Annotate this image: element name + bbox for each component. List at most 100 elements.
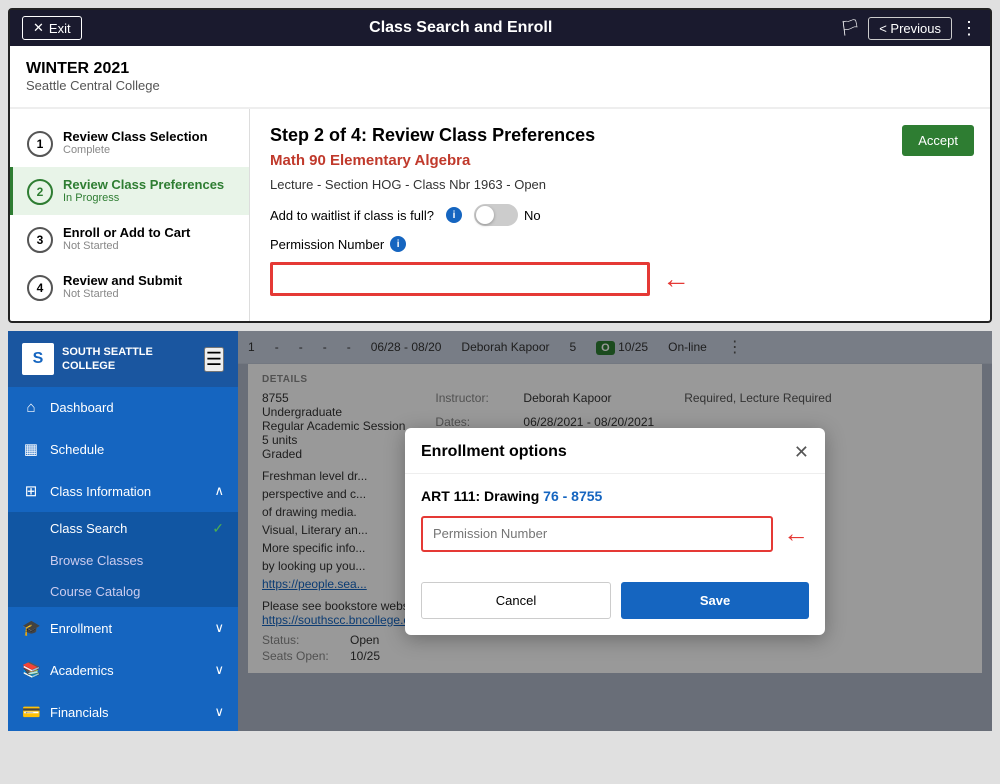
sidebar-item-dashboard[interactable]: ⌂ Dashboard — [8, 387, 238, 428]
submenu-label-browse-classes: Browse Classes — [50, 553, 143, 568]
modal-footer: Cancel Save — [405, 582, 825, 635]
permission-input-top[interactable] — [270, 262, 650, 296]
save-button[interactable]: Save — [621, 582, 809, 619]
semester-info: WINTER 2021 Seattle Central College — [10, 46, 990, 108]
previous-button[interactable]: < Previous — [868, 17, 952, 40]
red-arrow-modal-icon: ← — [783, 518, 809, 549]
bottom-section: S SOUTH SEATTLE COLLEGE ☰ ⌂ Dashboard ▦ … — [8, 331, 992, 731]
chevron-up-icon: ∧ — [214, 483, 224, 499]
waitlist-label: Add to waitlist if class is full? — [270, 208, 434, 223]
exit-button[interactable]: ✕ Exit — [22, 16, 82, 40]
sidebar-item-enrollment[interactable]: 🎓 Enrollment ∨ — [8, 607, 238, 649]
permission-input-wrapper: ← — [421, 516, 809, 552]
nav-left-financials: 💳 Financials — [22, 703, 109, 721]
step-2[interactable]: 2 Review Class Preferences In Progress — [10, 167, 249, 215]
class-info-submenu: Class Search ✓ Browse Classes Course Cat… — [8, 512, 238, 607]
academics-icon: 📚 — [22, 661, 40, 679]
hamburger-menu-button[interactable]: ☰ — [204, 347, 224, 372]
sidebar-item-label-financials: Financials — [50, 705, 109, 720]
semester-college: Seattle Central College — [26, 78, 974, 93]
close-icon: ✕ — [33, 20, 44, 36]
check-icon: ✓ — [212, 520, 224, 537]
step-2-title: Review Class Preferences — [63, 177, 224, 192]
sidebar-item-financials[interactable]: 💳 Financials ∨ — [8, 691, 238, 731]
class-details: Lecture - Section HOG - Class Nbr 1963 -… — [270, 177, 970, 192]
nav-left-enrollment: 🎓 Enrollment — [22, 619, 112, 637]
steps-sidebar: 1 Review Class Selection Complete 2 Revi… — [10, 109, 250, 321]
nav-left-class-info: ⊞ Class Information — [22, 482, 151, 500]
step-2-status: In Progress — [63, 192, 224, 204]
submenu-label-course-catalog: Course Catalog — [50, 584, 140, 599]
step-1-status: Complete — [63, 144, 208, 156]
sidebar-item-label-dashboard: Dashboard — [50, 400, 114, 415]
permission-info-icon[interactable]: i — [390, 236, 406, 252]
college-name: SOUTH SEATTLE COLLEGE — [62, 345, 204, 374]
sidebar-item-label-academics: Academics — [50, 663, 114, 678]
step-1-title: Review Class Selection — [63, 129, 208, 144]
sidebar-item-label-class-info: Class Information — [50, 484, 151, 499]
submenu-item-course-catalog[interactable]: Course Catalog — [8, 576, 238, 607]
sidebar-item-schedule[interactable]: ▦ Schedule — [8, 428, 238, 470]
sidebar-item-academics[interactable]: 📚 Academics ∨ — [8, 649, 238, 691]
class-info-icon: ⊞ — [22, 482, 40, 500]
nav-left-academics: 📚 Academics — [22, 661, 114, 679]
header-menu-button[interactable]: ⋮ — [960, 18, 978, 39]
sidebar-logo: S SOUTH SEATTLE COLLEGE ☰ — [8, 331, 238, 387]
step-1-number: 1 — [27, 131, 53, 157]
accept-button[interactable]: Accept — [902, 125, 974, 156]
toggle-container[interactable]: No — [474, 204, 541, 226]
step-2-text: Review Class Preferences In Progress — [63, 177, 224, 204]
step-3-status: Not Started — [63, 240, 190, 252]
modal-close-button[interactable]: ✕ — [794, 442, 809, 463]
permission-number-input[interactable] — [421, 516, 773, 552]
modal-overlay: Enrollment options ✕ ART 111: Drawing 76… — [238, 331, 992, 731]
header-title: Class Search and Enroll — [369, 19, 552, 37]
financials-icon: 💳 — [22, 703, 40, 721]
sidebar-item-label-schedule: Schedule — [50, 442, 104, 457]
step-heading: Step 2 of 4: Review Class Preferences — [270, 125, 970, 146]
submenu-item-class-search[interactable]: Class Search ✓ — [8, 512, 238, 545]
chevron-down-icon-academics: ∨ — [214, 662, 224, 678]
chevron-down-icon-financials: ∨ — [214, 704, 224, 720]
modal-body: ART 111: Drawing 76 - 8755 ← — [405, 474, 825, 582]
enrollment-icon: 🎓 — [22, 619, 40, 637]
exit-label: Exit — [49, 21, 71, 36]
modal-class-name: ART 111: Drawing 76 - 8755 — [421, 488, 809, 504]
modal-class-link[interactable]: 76 - 8755 — [543, 488, 602, 504]
waitlist-info-icon[interactable]: i — [446, 207, 462, 223]
waitlist-row: Add to waitlist if class is full? i No — [270, 204, 970, 226]
step-3[interactable]: 3 Enroll or Add to Cart Not Started — [10, 215, 249, 263]
step-4-number: 4 — [27, 275, 53, 301]
top-body-inner: 1 Review Class Selection Complete 2 Revi… — [10, 109, 990, 321]
chevron-down-icon-enrollment: ∨ — [214, 620, 224, 636]
submenu-item-browse-classes[interactable]: Browse Classes — [8, 545, 238, 576]
waitlist-toggle[interactable] — [474, 204, 518, 226]
modal-title: Enrollment options — [421, 443, 567, 461]
sidebar: S SOUTH SEATTLE COLLEGE ☰ ⌂ Dashboard ▦ … — [8, 331, 238, 731]
red-arrow-top-icon: ← — [662, 263, 690, 295]
flag-icon: 🏳 — [840, 18, 860, 38]
step-1[interactable]: 1 Review Class Selection Complete — [10, 119, 249, 167]
step-4[interactable]: 4 Review and Submit Not Started — [10, 263, 249, 311]
sidebar-item-label-enrollment: Enrollment — [50, 621, 112, 636]
toggle-label: No — [524, 208, 541, 223]
cancel-button[interactable]: Cancel — [421, 582, 611, 619]
main-panel: Accept Step 2 of 4: Review Class Prefere… — [250, 109, 990, 321]
class-name: Math 90 Elementary Algebra — [270, 152, 970, 169]
top-header: ✕ Exit Class Search and Enroll 🏳 < Previ… — [10, 10, 990, 46]
permission-row: Permission Number i — [270, 236, 970, 252]
sidebar-nav: ⌂ Dashboard ▦ Schedule ⊞ Class Informati… — [8, 387, 238, 731]
college-logo-icon: S — [22, 343, 54, 375]
step-4-text: Review and Submit Not Started — [63, 273, 182, 300]
step-3-text: Enroll or Add to Cart Not Started — [63, 225, 190, 252]
top-section: ✕ Exit Class Search and Enroll 🏳 < Previ… — [8, 8, 992, 323]
enrollment-options-modal: Enrollment options ✕ ART 111: Drawing 76… — [405, 428, 825, 635]
permission-label: Permission Number — [270, 237, 384, 252]
sidebar-item-class-information[interactable]: ⊞ Class Information ∧ — [8, 470, 238, 512]
step-3-number: 3 — [27, 227, 53, 253]
semester-year: WINTER 2021 — [26, 60, 974, 78]
modal-header: Enrollment options ✕ — [405, 428, 825, 474]
step-3-title: Enroll or Add to Cart — [63, 225, 190, 240]
header-right-controls: 🏳 < Previous ⋮ — [840, 17, 978, 40]
top-body: 1 Review Class Selection Complete 2 Revi… — [10, 108, 990, 321]
